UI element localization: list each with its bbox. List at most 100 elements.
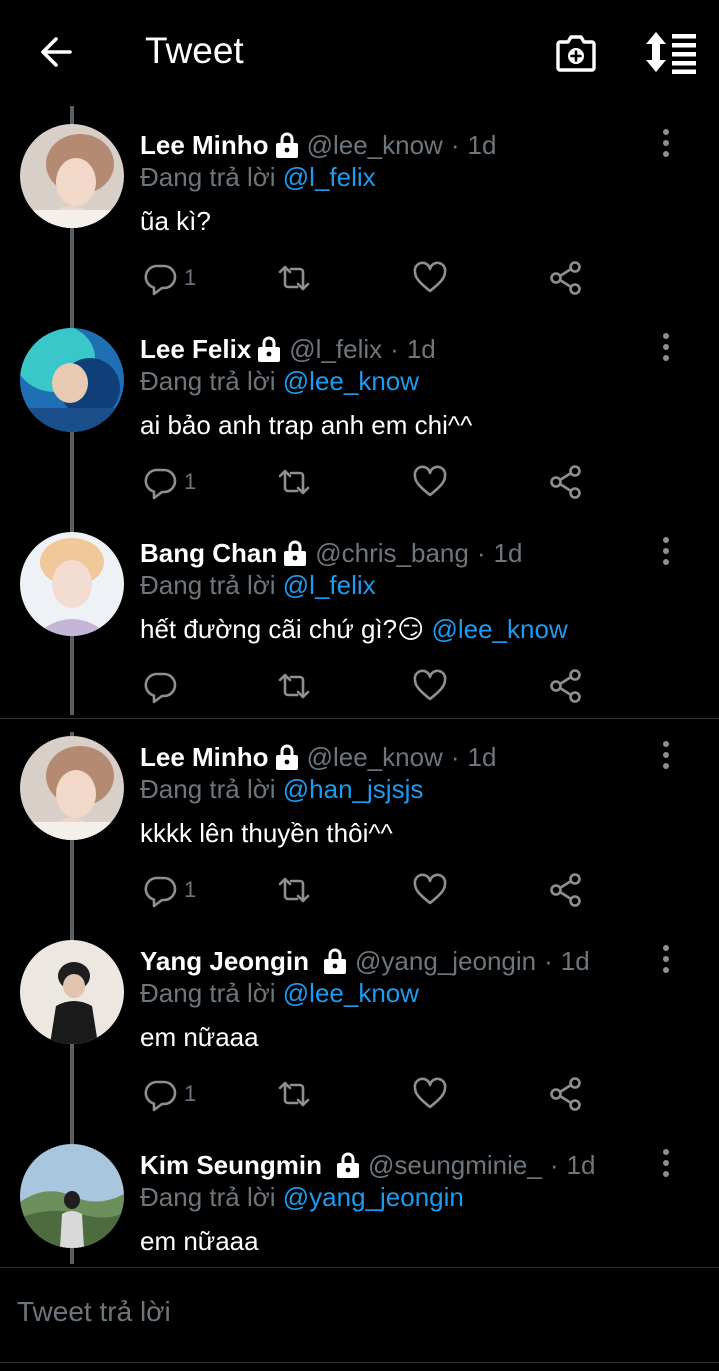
reply-button[interactable]	[142, 666, 184, 706]
reply-icon	[144, 1080, 177, 1112]
like-button[interactable]	[412, 1074, 448, 1114]
timestamp: 1d	[560, 945, 590, 976]
tweet-text-content: hết đường cãi chứ gì?😏	[140, 614, 425, 644]
lock-icon	[275, 132, 298, 158]
reply-mention-link[interactable]: @l_felix	[283, 570, 376, 600]
more-options-button[interactable]	[655, 740, 677, 770]
avatar[interactable]	[20, 532, 124, 636]
tweet-text-content: em nữaaa	[140, 1022, 259, 1052]
camera-add-icon	[556, 35, 596, 72]
retweet-button[interactable]	[276, 870, 312, 910]
tweet-header: Lee Minho @lee_know · 1d	[140, 128, 496, 162]
user-handle[interactable]: @lee_know	[307, 742, 443, 773]
replying-to: Đang trả lời @han_jsjsjs	[140, 774, 423, 805]
avatar[interactable]	[20, 124, 124, 228]
tweet-text-content: kkkk lên thuyền thôi^^	[140, 818, 393, 848]
more-options-button[interactable]	[655, 332, 677, 362]
reply-button[interactable]: 1	[142, 258, 196, 298]
share-button[interactable]	[548, 258, 584, 298]
reply-input[interactable]	[17, 1296, 697, 1328]
replying-to-label: Đang trả lời	[140, 570, 283, 600]
like-icon	[413, 873, 447, 905]
share-icon	[550, 465, 581, 499]
avatar[interactable]	[20, 940, 124, 1044]
tweet-header: Lee Minho @lee_know · 1d	[140, 740, 496, 774]
user-handle[interactable]: @l_felix	[289, 334, 382, 365]
retweet-button[interactable]	[276, 462, 312, 502]
retweet-icon	[278, 469, 310, 495]
tweet[interactable]: Lee Minho @lee_know · 1d Đang trả lời @h…	[0, 716, 719, 920]
retweet-button[interactable]	[276, 1074, 312, 1114]
reply-button[interactable]: 1	[142, 462, 196, 502]
like-icon	[413, 669, 447, 701]
reply-icon	[144, 468, 177, 500]
share-icon	[550, 669, 581, 703]
timestamp: 1d	[406, 333, 436, 364]
display-name[interactable]: Lee Minho	[140, 742, 269, 773]
like-button[interactable]	[412, 462, 448, 502]
share-icon	[550, 873, 581, 907]
like-button[interactable]	[412, 870, 448, 910]
display-name[interactable]: Bang Chan	[140, 538, 277, 569]
avatar[interactable]	[20, 328, 124, 432]
separator: ·	[476, 537, 486, 568]
reply-icon	[144, 672, 177, 704]
share-button[interactable]	[548, 462, 584, 502]
more-options-button[interactable]	[655, 1148, 677, 1178]
back-button[interactable]	[36, 32, 76, 72]
tweet[interactable]: Lee Felix @l_felix · 1d Đang trả lời @le…	[0, 308, 719, 512]
like-button[interactable]	[412, 666, 448, 706]
retweet-icon	[278, 1081, 310, 1107]
tweet-actions	[140, 666, 600, 706]
camera-button[interactable]	[554, 30, 598, 74]
retweet-button[interactable]	[276, 258, 312, 298]
avatar[interactable]	[20, 736, 124, 840]
reply-mention-link[interactable]: @han_jsjsjs	[283, 774, 424, 804]
tweet-text-content: ũa kì?	[140, 206, 211, 236]
share-button[interactable]	[548, 870, 584, 910]
like-icon	[413, 1077, 447, 1109]
reply-count: 1	[184, 469, 197, 494]
user-handle[interactable]: @yang_jeongin	[355, 946, 536, 977]
separator: ·	[544, 945, 553, 976]
reply-mention-link[interactable]: @lee_know	[283, 366, 419, 396]
reply-button[interactable]: 1	[142, 870, 196, 910]
tweet-text: ũa kì?	[140, 206, 211, 237]
user-handle[interactable]: @chris_bang	[315, 538, 469, 569]
replying-to-label: Đang trả lời	[140, 366, 283, 396]
share-button[interactable]	[548, 666, 584, 706]
display-name[interactable]: Kim Seungmin	[140, 1150, 322, 1181]
more-vertical-icon	[663, 333, 669, 361]
more-vertical-icon	[663, 945, 669, 973]
share-button[interactable]	[548, 1074, 584, 1114]
retweet-icon	[278, 877, 310, 903]
more-options-button[interactable]	[655, 944, 677, 974]
retweet-button[interactable]	[276, 666, 312, 706]
retweet-icon	[278, 265, 310, 291]
reply-mention-link[interactable]: @lee_know	[283, 978, 419, 1008]
avatar[interactable]	[20, 1144, 124, 1248]
inline-mention-link[interactable]: @lee_know	[431, 614, 567, 644]
sort-button[interactable]	[644, 30, 698, 74]
more-options-button[interactable]	[655, 128, 677, 158]
tweet[interactable]: Kim Seungmin @seungminie_ · 1d Đang trả …	[0, 1124, 719, 1264]
tweet[interactable]: Lee Minho @lee_know · 1d Đang trả lời @l…	[0, 104, 719, 308]
display-name[interactable]: Yang Jeongin	[140, 946, 309, 977]
reply-icon	[144, 876, 177, 908]
display-name[interactable]: Lee Minho	[140, 130, 269, 161]
like-button[interactable]	[412, 258, 448, 298]
separator: ·	[450, 129, 460, 160]
reply-mention-link[interactable]: @yang_jeongin	[283, 1182, 464, 1212]
reply-mention-link[interactable]: @l_felix	[283, 162, 376, 192]
user-handle[interactable]: @lee_know	[307, 130, 443, 161]
like-icon	[413, 261, 447, 293]
more-options-button[interactable]	[655, 536, 677, 566]
display-name[interactable]: Lee Felix	[140, 334, 251, 365]
timestamp: 1d	[467, 741, 497, 772]
tweet-actions: 1	[140, 870, 600, 910]
user-handle[interactable]: @seungminie_	[368, 1150, 542, 1181]
reply-count: 1	[184, 877, 197, 902]
reply-button[interactable]: 1	[142, 1074, 196, 1114]
tweet[interactable]: Bang Chan @chris_bang · 1d Đang trả lời …	[0, 512, 719, 716]
tweet[interactable]: Yang Jeongin @yang_jeongin · 1d Đang trả…	[0, 920, 719, 1124]
